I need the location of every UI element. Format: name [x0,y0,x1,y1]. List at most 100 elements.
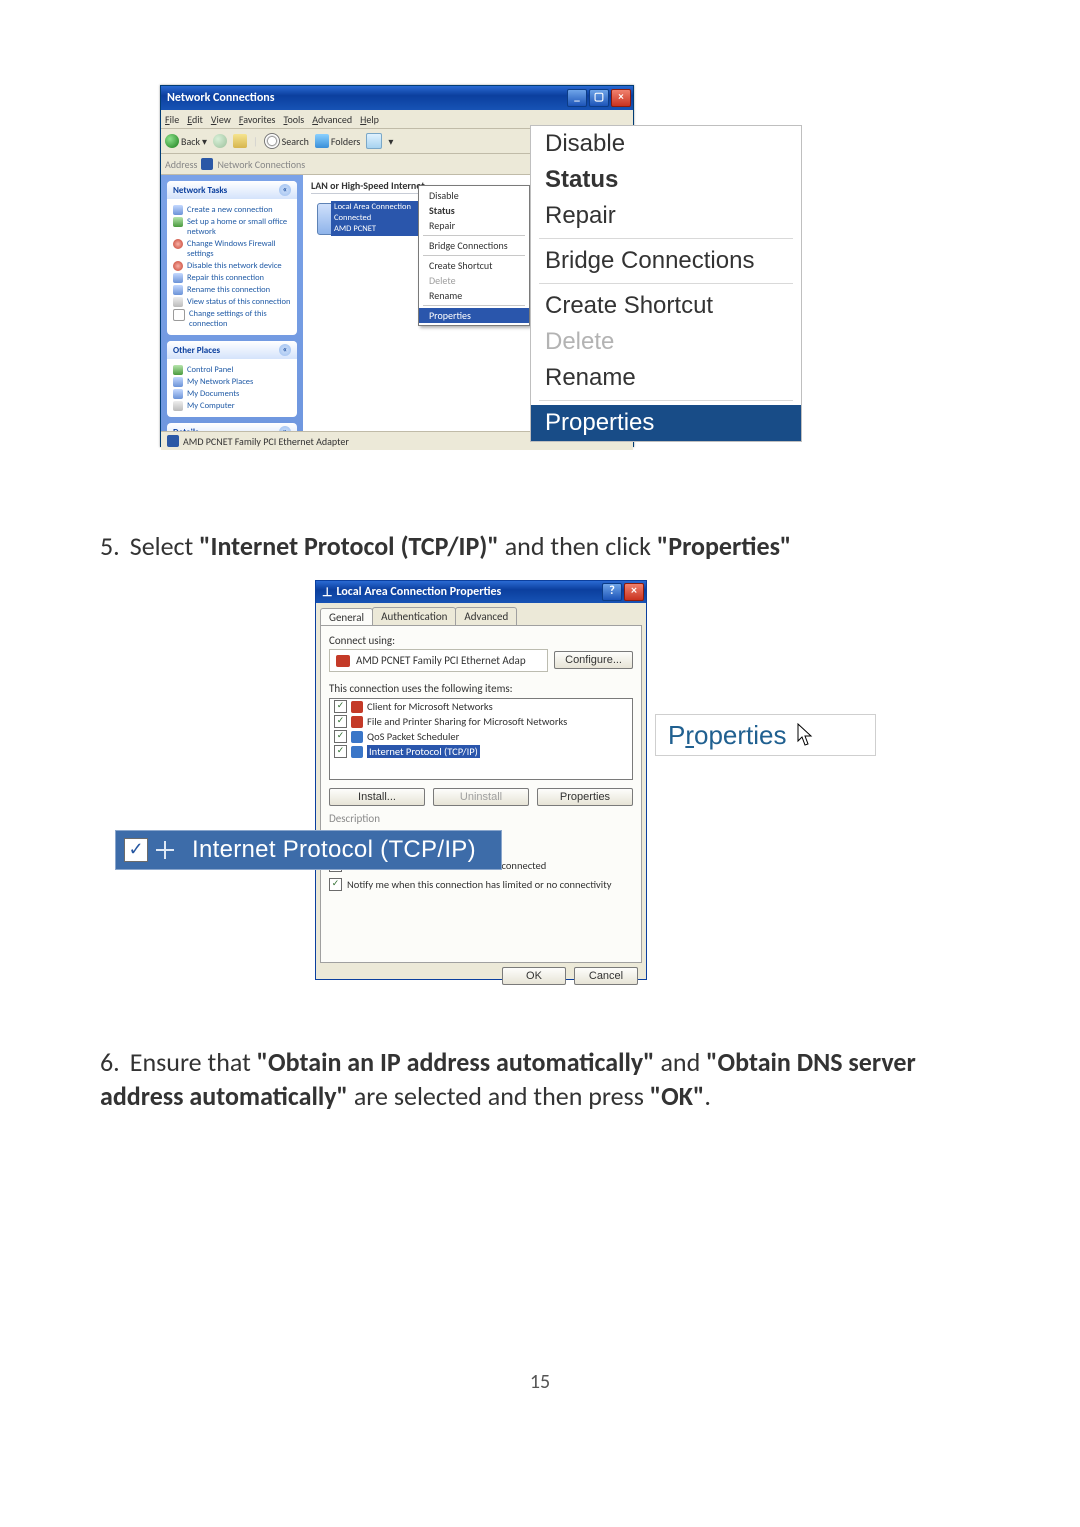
menu-favorites[interactable]: Favorites [239,113,276,126]
place-item[interactable]: My Computer [173,401,291,411]
checkbox-icon: ✓ [124,838,148,862]
menu-help[interactable]: Help [360,113,379,126]
place-item[interactable]: Control Panel [173,365,291,375]
cm-status[interactable]: Status [531,162,801,198]
window-titlebar: Network Connections _ ▢ × [161,86,633,110]
menu-file[interactable]: File [165,113,179,126]
task-icon [173,217,183,227]
cm-repair[interactable]: Repair [531,198,801,234]
cm-bridge[interactable]: Bridge Connections [531,243,801,279]
menu-edit[interactable]: Edit [187,113,203,126]
cm-properties[interactable]: Properties [531,405,801,441]
lac-properties-dialog: ⊥ Local Area Connection Properties ? × G… [315,580,647,980]
task-item[interactable]: Set up a home or small office network [173,217,291,237]
step-5-instruction: 5. Select "Internet Protocol (TCP/IP)" a… [100,530,950,562]
ctx-rename[interactable]: Rename [419,288,529,303]
context-menu-callout: Disable Status Repair Bridge Connections… [530,125,802,442]
back-button[interactable]: Back ▾ [165,134,207,148]
component-buttons: Install... Uninstall Properties [329,788,633,806]
task-item[interactable]: Repair this connection [173,273,291,283]
search-button[interactable]: Search [264,133,309,149]
place-item[interactable]: My Documents [173,389,291,399]
up-button[interactable] [233,134,247,148]
task-item[interactable]: Create a new connection [173,205,291,215]
tab-pane-general: Connect using: AMD PCNET Family PCI Ethe… [320,625,642,963]
callout-text: Internet Protocol (TCP/IP) [192,836,501,864]
panel-header[interactable]: Network Tasks « [167,181,297,199]
tab-advanced[interactable]: Advanced [455,607,517,625]
ctx-status[interactable]: Status [419,203,529,218]
task-icon [173,285,183,295]
task-icon [173,261,183,271]
close-button[interactable]: × [624,583,644,601]
task-icon [173,309,185,321]
maximize-button[interactable]: ▢ [589,89,609,107]
ctx-disable[interactable]: Disable [419,188,529,203]
collapse-icon: « [279,344,291,356]
checkbox[interactable]: ✓ [334,745,347,758]
panel-header[interactable]: Other Places « [167,341,297,359]
minimize-button[interactable]: _ [567,89,587,107]
install-button[interactable]: Install... [329,788,425,806]
callout-text: Properties [668,720,787,751]
checkbox[interactable]: ✓ [334,700,347,713]
list-item[interactable]: ✓QoS Packet Scheduler [330,729,632,744]
notify-limited-option[interactable]: ✓ Notify me when this connection has lim… [329,878,633,891]
views-button[interactable] [366,133,382,149]
task-item[interactable]: Change settings of this connection [173,309,291,329]
window-title: Network Connections [167,91,275,105]
menu-tools[interactable]: Tools [283,113,304,126]
place-item[interactable]: My Network Places [173,377,291,387]
panel-header[interactable]: Details » [167,423,297,431]
dialog-footer: OK Cancel [316,967,646,993]
properties-button[interactable]: Properties [537,788,633,806]
task-item[interactable]: View status of this connection [173,297,291,307]
ctx-properties[interactable]: Properties [419,308,529,323]
description-label: Description [329,812,633,825]
cm-disable[interactable]: Disable [531,126,801,162]
folders-button[interactable]: Folders [315,134,360,148]
task-icon [173,297,183,307]
details-panel: Details » [167,423,297,431]
components-list[interactable]: ✓Client for Microsoft Networks ✓File and… [329,698,633,780]
checkbox[interactable]: ✓ [334,730,347,743]
component-icon [351,701,363,713]
page: Network Connections _ ▢ × File Edit View… [0,0,1080,1527]
cm-shortcut[interactable]: Create Shortcut [531,288,801,324]
ctx-delete[interactable]: Delete [419,273,529,288]
close-button[interactable]: × [611,89,631,107]
ctx-bridge[interactable]: Bridge Connections [419,238,529,253]
dialog-title: Local Area Connection Properties [336,585,501,599]
address-label: Address [165,158,197,171]
place-icon [173,365,183,375]
cancel-button[interactable]: Cancel [574,967,638,985]
list-item[interactable]: ✓File and Printer Sharing for Microsoft … [330,714,632,729]
ctx-create-shortcut[interactable]: Create Shortcut [419,258,529,273]
tab-authentication[interactable]: Authentication [372,607,456,625]
cm-rename[interactable]: Rename [531,360,801,396]
network-tasks-panel: Network Tasks « Create a new connection … [167,181,297,335]
step-6-instruction: 6. Ensure that "Obtain an IP address aut… [100,1045,940,1113]
menu-view[interactable]: View [211,113,231,126]
page-number: 15 [0,1370,1080,1394]
task-item[interactable]: Rename this connection [173,285,291,295]
folders-icon [315,134,329,148]
list-item[interactable]: ✓Client for Microsoft Networks [330,699,632,714]
checkbox[interactable]: ✓ [329,878,342,891]
dialog-titlebar: ⊥ Local Area Connection Properties ? × [316,581,646,603]
ctx-repair[interactable]: Repair [419,218,529,233]
task-icon [173,239,183,249]
task-item[interactable]: Change Windows Firewall settings [173,239,291,259]
status-icon [167,435,179,447]
ok-button[interactable]: OK [502,967,566,985]
help-button[interactable]: ? [602,583,622,601]
task-item[interactable]: Disable this network device [173,261,291,271]
cm-delete[interactable]: Delete [531,324,801,360]
uninstall-button[interactable]: Uninstall [433,788,529,806]
configure-button[interactable]: Configure... [554,651,633,669]
checkbox[interactable]: ✓ [334,715,347,728]
list-item-selected[interactable]: ✓Internet Protocol (TCP/IP) [330,744,632,759]
menu-advanced[interactable]: Advanced [312,113,352,126]
tab-general[interactable]: General [320,608,373,626]
forward-button[interactable] [213,134,227,148]
